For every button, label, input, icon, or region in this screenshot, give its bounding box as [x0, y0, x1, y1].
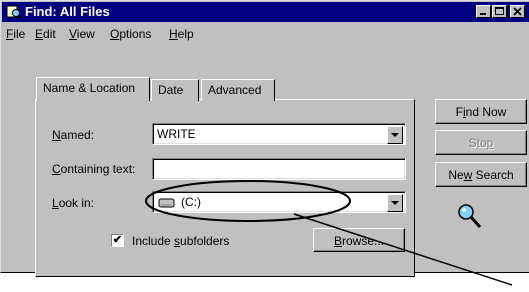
annotation-callout	[145, 180, 513, 286]
tab-name-location[interactable]: Name & Location	[36, 77, 150, 101]
callout-line	[293, 213, 513, 286]
callout-ellipse	[145, 180, 351, 222]
tab-label: Name & Location	[43, 81, 136, 95]
